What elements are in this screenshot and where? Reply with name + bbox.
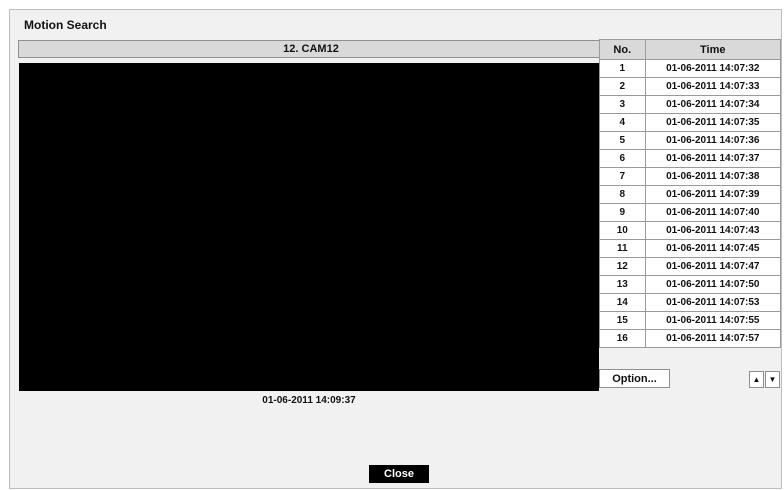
row-number: 13	[599, 275, 646, 294]
row-time: 01-06-2011 14:07:34	[644, 95, 782, 114]
table-row[interactable]: 5 01-06-2011 14:07:36	[599, 131, 782, 150]
table-row[interactable]: 6 01-06-2011 14:07:37	[599, 149, 782, 168]
table-row[interactable]: 8 01-06-2011 14:07:39	[599, 185, 782, 204]
table-row[interactable]: 14 01-06-2011 14:07:53	[599, 293, 782, 312]
row-time: 01-06-2011 14:07:35	[644, 113, 782, 132]
column-header-no: No.	[599, 39, 646, 60]
table-row[interactable]: 3 01-06-2011 14:07:34	[599, 95, 782, 114]
row-number: 2	[599, 77, 646, 96]
table-row[interactable]: 15 01-06-2011 14:07:55	[599, 311, 782, 330]
row-number: 5	[599, 131, 646, 150]
row-time: 01-06-2011 14:07:33	[644, 77, 782, 96]
row-time: 01-06-2011 14:07:39	[644, 185, 782, 204]
motion-search-dialog: Motion Search 12. CAM12 01-06-2011 14:09…	[9, 9, 782, 489]
table-row[interactable]: 13 01-06-2011 14:07:50	[599, 275, 782, 294]
row-number: 9	[599, 203, 646, 222]
close-button[interactable]: Close	[369, 465, 429, 483]
table-row[interactable]: 12 01-06-2011 14:07:47	[599, 257, 782, 276]
row-time: 01-06-2011 14:07:50	[644, 275, 782, 294]
row-time: 01-06-2011 14:07:55	[644, 311, 782, 330]
row-number: 8	[599, 185, 646, 204]
row-number: 14	[599, 293, 646, 312]
row-number: 1	[599, 59, 646, 78]
video-timestamp: 01-06-2011 14:09:37	[262, 395, 356, 406]
dialog-title: Motion Search	[24, 18, 107, 32]
row-time: 01-06-2011 14:07:47	[644, 257, 782, 276]
video-preview[interactable]	[19, 63, 599, 391]
row-time: 01-06-2011 14:07:40	[644, 203, 782, 222]
option-button[interactable]: Option...	[599, 369, 670, 388]
camera-header: 12. CAM12	[18, 40, 604, 58]
row-number: 10	[599, 221, 646, 240]
row-number: 4	[599, 113, 646, 132]
table-row[interactable]: 16 01-06-2011 14:07:57	[599, 329, 782, 348]
row-time: 01-06-2011 14:07:38	[644, 167, 782, 186]
table-row[interactable]: 4 01-06-2011 14:07:35	[599, 113, 782, 132]
table-row[interactable]: 2 01-06-2011 14:07:33	[599, 77, 782, 96]
table-row[interactable]: 9 01-06-2011 14:07:40	[599, 203, 782, 222]
table-header-row: No. Time	[599, 39, 782, 60]
row-time: 01-06-2011 14:07:45	[644, 239, 782, 258]
row-time: 01-06-2011 14:07:32	[644, 59, 782, 78]
row-time: 01-06-2011 14:07:57	[644, 329, 782, 348]
scroll-up-icon[interactable]: ▲	[749, 371, 764, 388]
results-table: No. Time 1 01-06-2011 14:07:32 2 01-06-201…	[599, 39, 782, 348]
scroll-down-icon[interactable]: ▼	[765, 371, 780, 388]
row-number: 11	[599, 239, 646, 258]
row-time: 01-06-2011 14:07:43	[644, 221, 782, 240]
column-header-time: Time	[644, 39, 782, 60]
table-row[interactable]: 1 01-06-2011 14:07:32	[599, 59, 782, 78]
row-number: 6	[599, 149, 646, 168]
row-number: 16	[599, 329, 646, 348]
table-row[interactable]: 10 01-06-2011 14:07:43	[599, 221, 782, 240]
row-number: 7	[599, 167, 646, 186]
row-time: 01-06-2011 14:07:37	[644, 149, 782, 168]
row-number: 3	[599, 95, 646, 114]
row-number: 12	[599, 257, 646, 276]
row-time: 01-06-2011 14:07:36	[644, 131, 782, 150]
table-row[interactable]: 11 01-06-2011 14:07:45	[599, 239, 782, 258]
row-time: 01-06-2011 14:07:53	[644, 293, 782, 312]
table-row[interactable]: 7 01-06-2011 14:07:38	[599, 167, 782, 186]
row-number: 15	[599, 311, 646, 330]
